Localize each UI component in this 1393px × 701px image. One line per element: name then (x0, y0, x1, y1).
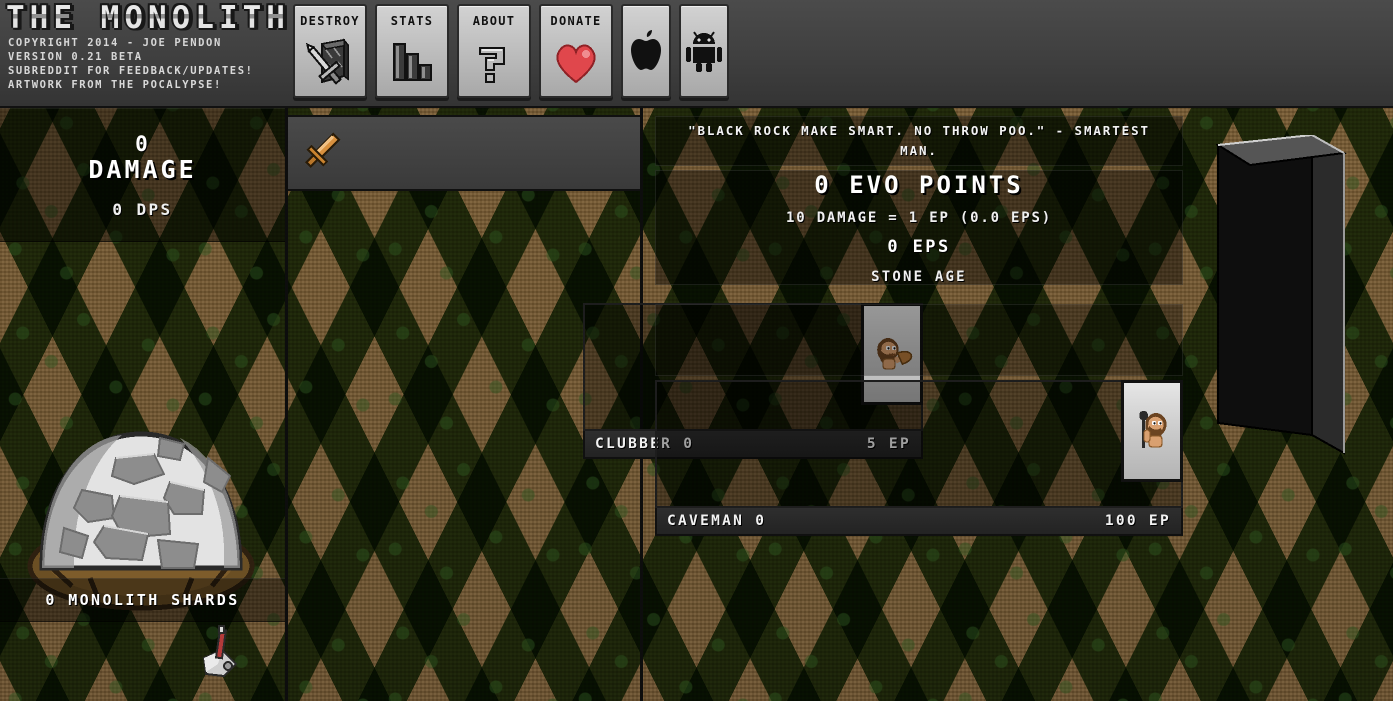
stats-button-label: STATS (390, 14, 434, 28)
game-screen: THE MONOLITH COPYRIGHT 2014 - JOE PENDON… (0, 0, 1393, 701)
credit-copyright: COPYRIGHT 2014 - JOE PENDON (8, 37, 222, 49)
caveman-sprite (1121, 380, 1183, 482)
unit-caveman-bar[interactable]: CAVEMAN 0 100 EP (655, 508, 1183, 536)
pickaxe-icon[interactable] (192, 624, 248, 684)
unit-caveman-cost: 100 EP (1104, 513, 1171, 529)
android-icon (681, 6, 727, 96)
flavor-quote-text: "BLACK ROCK MAKE SMART. NO THROW POO." -… (688, 123, 1150, 158)
stats-button[interactable]: STATS (375, 4, 449, 98)
unit-card-caveman[interactable]: CAVEMAN 0 100 EP (655, 380, 1183, 536)
game-title: THE MONOLITH (6, 0, 290, 36)
credit-subreddit-link[interactable]: SUBREDDIT FOR FEEDBACK/UPDATES! (8, 64, 290, 78)
about-button[interactable]: ABOUT (457, 4, 531, 98)
monolith-sword-icon (295, 28, 365, 96)
damage-label: DAMAGE (88, 154, 197, 184)
credit-version: VERSION 0.21 BETA (8, 51, 143, 63)
apple-store-button[interactable] (621, 4, 671, 98)
empty-upgrade-panel[interactable] (655, 304, 1183, 376)
destroy-button[interactable]: DESTROY (293, 4, 367, 98)
destroy-button-label: DESTROY (300, 14, 360, 28)
evo-points-panel: 0 EVO POINTS 10 DAMAGE = 1 EP (0.0 EPS) … (655, 170, 1183, 285)
left-column: 0 DAMAGE 0 DPS 0 MONOLITH SHARDS (0, 108, 285, 701)
unit-caveman-name: CAVEMAN 0 (667, 513, 767, 529)
credit-artwork-link[interactable]: ARTWORK FROM THE POCALYPSE! (8, 78, 290, 92)
android-store-button[interactable] (679, 4, 729, 98)
unit-caveman-body[interactable] (655, 380, 1183, 508)
damage-value: 0 (135, 131, 150, 156)
donate-button-label: DONATE (550, 14, 602, 28)
current-age-label: STONE AGE (871, 268, 967, 285)
bar-chart-icon (377, 28, 447, 96)
nav-button-group: DESTROY STATS ABOUT DONATE (293, 4, 729, 98)
heart-icon (541, 28, 611, 96)
eps-value: 0 EPS (887, 236, 951, 257)
monolith-shards-value: 0 MONOLITH SHARDS (45, 591, 240, 609)
dps-value: 0 DPS (112, 199, 173, 219)
monolith-slab-icon[interactable] (1215, 133, 1376, 465)
top-header-bar: THE MONOLITH COPYRIGHT 2014 - JOE PENDON… (0, 0, 1393, 108)
middle-column: CLUBBER 0 5 EP (288, 108, 923, 701)
apple-icon (623, 6, 669, 96)
about-button-label: ABOUT (472, 14, 516, 28)
evo-points-value: 0 EVO POINTS (814, 170, 1024, 199)
evo-conversion-rate: 10 DAMAGE = 1 EP (0.0 EPS) (786, 209, 1052, 226)
question-mark-icon (459, 28, 529, 96)
damage-panel: 0 DAMAGE 0 DPS (0, 108, 285, 242)
weapon-slot-bar (288, 115, 640, 191)
donate-button[interactable]: DONATE (539, 4, 613, 98)
flavor-quote-panel: "BLACK ROCK MAKE SMART. NO THROW POO." -… (655, 116, 1183, 166)
sword-icon[interactable] (300, 129, 344, 177)
monolith-shards-row: 0 MONOLITH SHARDS (0, 578, 285, 622)
brand-block: THE MONOLITH COPYRIGHT 2014 - JOE PENDON… (4, 2, 290, 92)
